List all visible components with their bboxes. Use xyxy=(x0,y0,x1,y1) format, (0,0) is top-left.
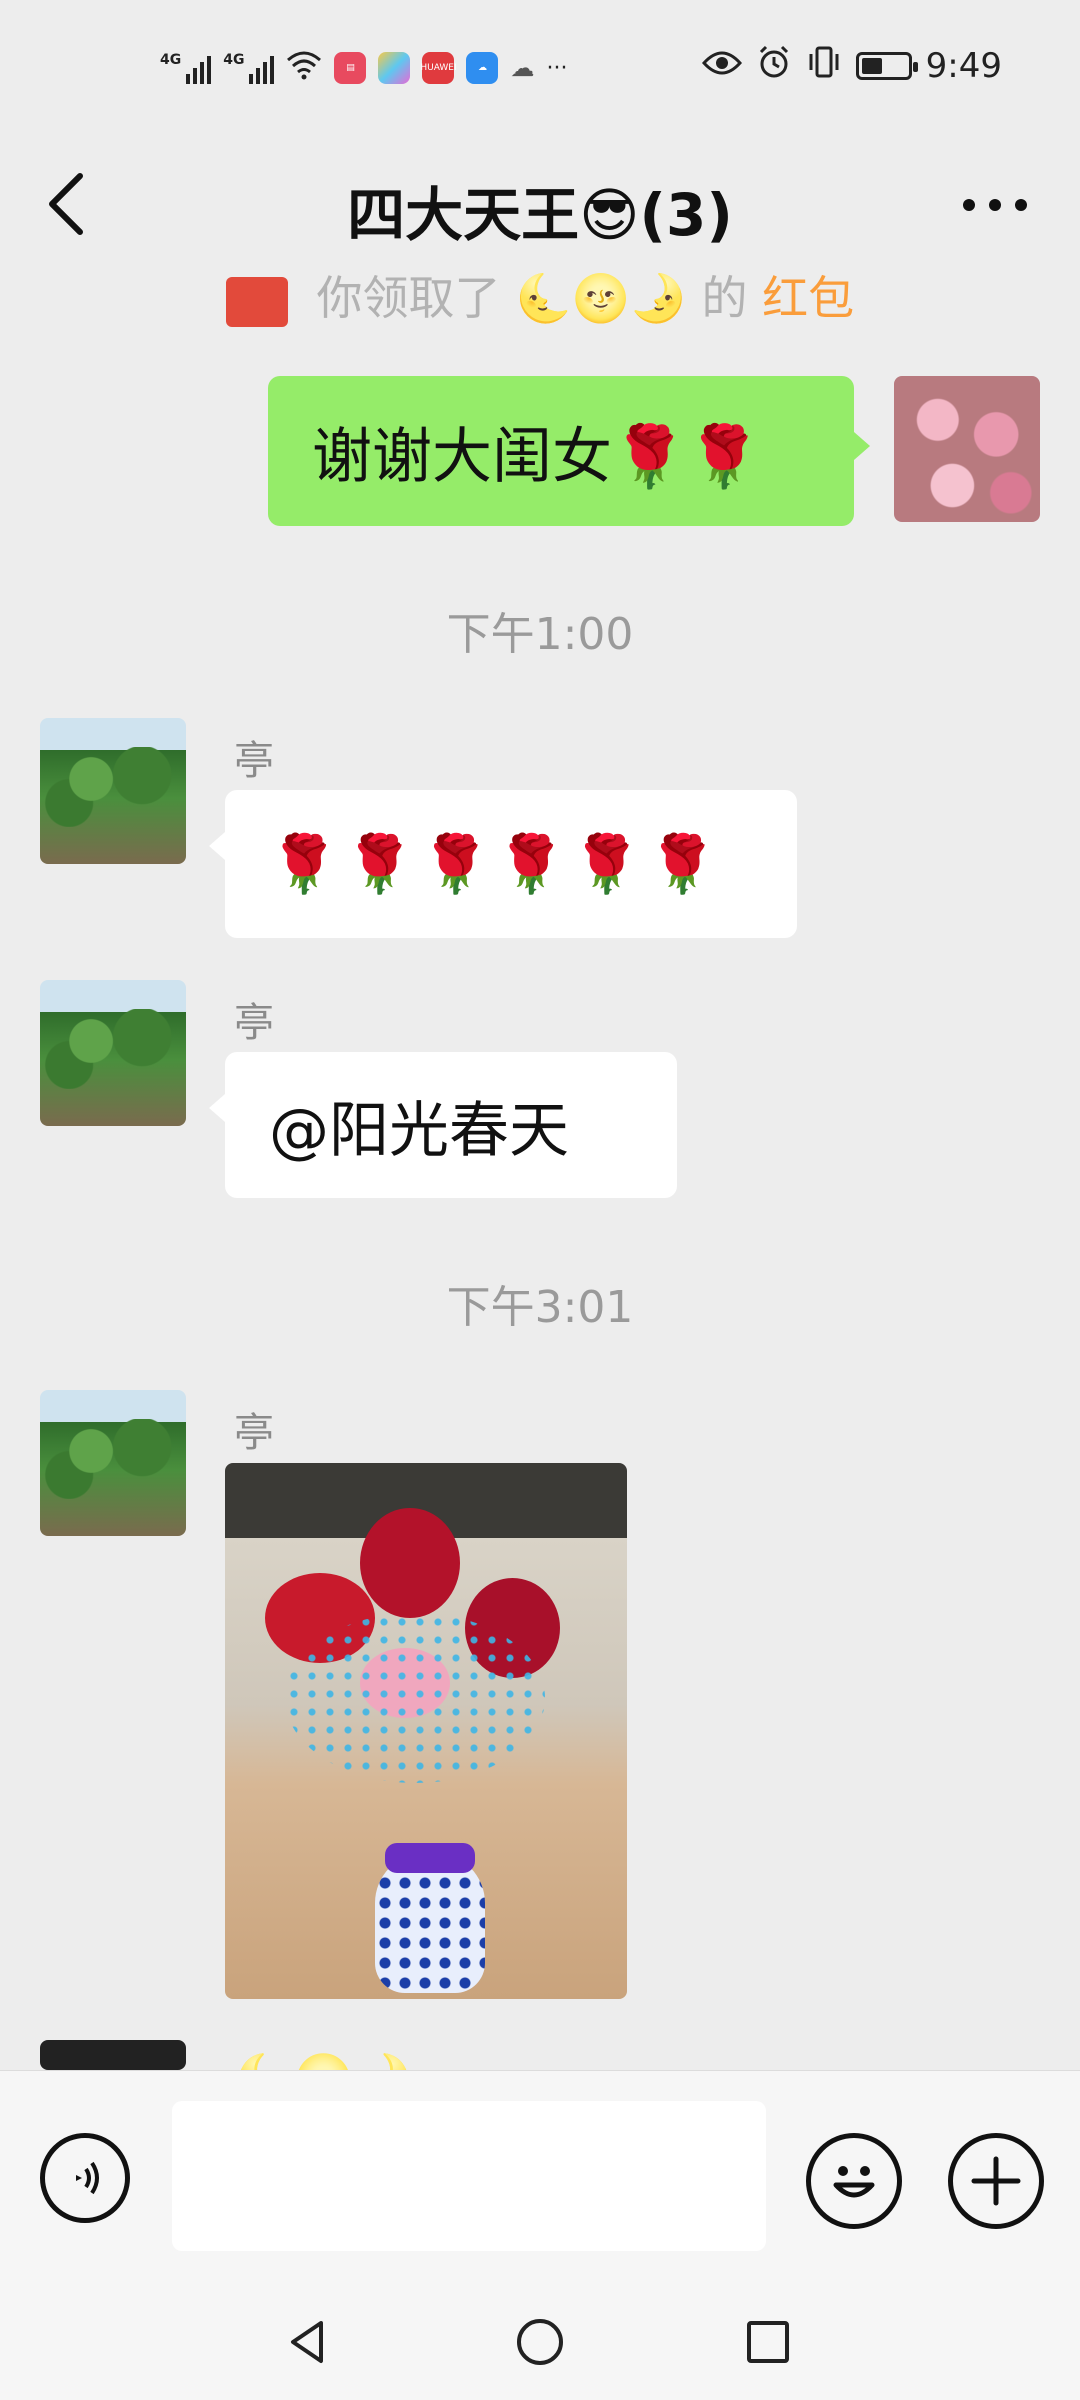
sender-avatar[interactable] xyxy=(40,2040,186,2070)
sender-avatar[interactable] xyxy=(40,980,186,1126)
vibrate-icon xyxy=(806,44,842,89)
timestamp: 下午3:01 xyxy=(446,1282,634,1333)
wifi-icon xyxy=(286,50,322,86)
signal-icon: 4G xyxy=(160,52,212,84)
clock: 9:49 xyxy=(925,46,1002,86)
my-avatar[interactable] xyxy=(894,376,1040,522)
battery-icon xyxy=(855,52,918,80)
system-navigation-bar xyxy=(0,2290,1080,2400)
voice-button[interactable] xyxy=(40,2133,130,2223)
chat-input-bar xyxy=(0,2070,1080,2291)
status-bar: 4G 4G ▤ HUAWEI ☁ ☁ ··· 9:49 xyxy=(0,0,1080,130)
bouquet-in-vase-photo[interactable] xyxy=(225,1463,627,1999)
more-functions-button[interactable] xyxy=(948,2133,1044,2229)
chat-header: 四大天王😎(3) xyxy=(0,130,1080,280)
sender-avatar[interactable] xyxy=(40,718,186,864)
book-app-icon: ▤ xyxy=(334,52,367,84)
nav-back-button[interactable] xyxy=(278,2312,338,2372)
emoji-icon xyxy=(833,2166,875,2198)
partial-message: 🌜🌝🌛 xyxy=(234,2040,413,2070)
sender-name: 亭 xyxy=(234,1410,274,1456)
status-left: 4G 4G ▤ HUAWEI ☁ ☁ ··· xyxy=(160,48,567,88)
dot-icon xyxy=(1015,199,1027,211)
circle-home-icon xyxy=(517,2319,563,2365)
square-recents-icon xyxy=(747,2321,789,2363)
rose xyxy=(360,1508,460,1618)
more-options-button[interactable] xyxy=(950,170,1040,240)
signal-icon: 4G xyxy=(223,52,275,84)
red-packet-notice: 你领取了 🌜🌝🌛 的 红包 xyxy=(0,262,1080,328)
plus-icon xyxy=(971,2156,1021,2206)
voice-icon xyxy=(76,2161,99,2195)
sender-name: 亭 xyxy=(234,738,274,784)
more-notifications-icon: ··· xyxy=(546,55,568,81)
theme-app-icon xyxy=(378,52,411,84)
huawei-appgallery-icon: HUAWEI xyxy=(420,52,457,84)
cloud-app-icon: ☁ xyxy=(466,52,499,84)
red-packet-icon xyxy=(225,276,288,327)
outgoing-message-bubble[interactable]: 谢谢大闺女🌹🌹 xyxy=(268,376,870,526)
triangle-back-icon xyxy=(291,2321,323,2363)
babys-breath xyxy=(285,1613,545,1783)
nav-recents-button[interactable] xyxy=(738,2312,798,2372)
sender-name: 亭 xyxy=(234,1000,274,1046)
weather-icon: ☁ xyxy=(510,54,535,82)
red-packet-link[interactable]: 红包 xyxy=(762,271,854,325)
dot-icon xyxy=(963,199,975,211)
nav-home-button[interactable] xyxy=(510,2312,570,2372)
ribbon xyxy=(385,1843,475,1873)
vase xyxy=(375,1853,485,1993)
incoming-message-bubble[interactable]: @阳光春天 xyxy=(209,1052,677,1198)
incoming-message-bubble[interactable]: 🌹🌹🌹🌹🌹🌹 xyxy=(209,790,797,938)
alarm-icon xyxy=(756,44,792,89)
status-right: 9:49 xyxy=(701,44,1002,89)
sender-avatar[interactable] xyxy=(40,1390,186,1536)
chat-title: 四大天王😎(3) xyxy=(347,181,733,249)
emoji-button[interactable] xyxy=(806,2133,902,2229)
timestamp: 下午1:00 xyxy=(446,609,634,660)
message-input[interactable] xyxy=(172,2101,766,2251)
dot-icon xyxy=(989,199,1001,211)
eye-comfort-icon xyxy=(701,46,742,86)
